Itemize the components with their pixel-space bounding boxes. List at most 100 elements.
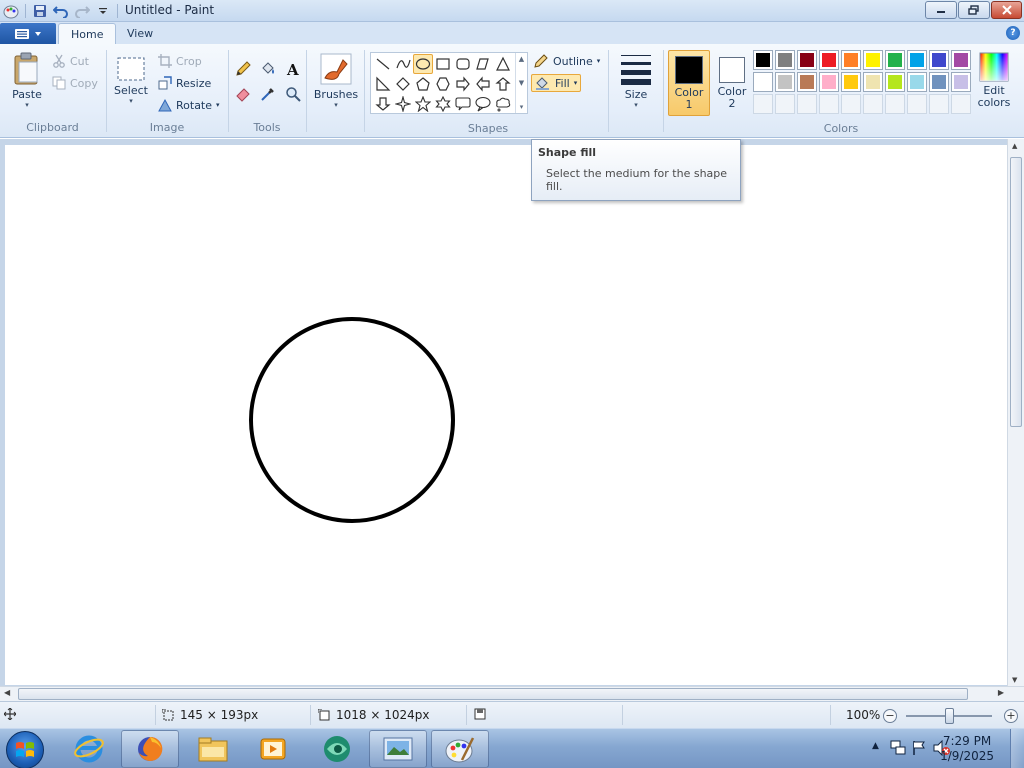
vertical-scrollbar[interactable]: ▲ ▼ — [1007, 139, 1024, 687]
size-button[interactable]: Size ▾ — [616, 52, 656, 109]
eraser-icon[interactable] — [232, 83, 254, 105]
palette-color-swatch[interactable] — [753, 50, 773, 70]
network-icon[interactable] — [890, 740, 906, 759]
scroll-left-icon[interactable]: ◀ — [4, 688, 10, 697]
image-viewer-icon[interactable] — [369, 730, 427, 768]
scroll-up-icon[interactable]: ▲ — [1012, 142, 1017, 150]
diamond-shape-icon[interactable] — [393, 74, 413, 94]
fill-bucket-icon[interactable] — [257, 58, 279, 80]
palette-color-swatch[interactable] — [863, 72, 883, 92]
pencil-icon[interactable] — [232, 58, 254, 80]
down-arrow-shape-icon[interactable] — [373, 94, 393, 114]
five-point-star-shape-icon[interactable] — [413, 94, 433, 114]
text-icon[interactable]: A — [282, 58, 304, 80]
palette-color-swatch[interactable] — [775, 72, 795, 92]
undo-icon[interactable] — [52, 2, 70, 20]
crop-button[interactable]: Crop — [158, 52, 202, 70]
select-button[interactable]: Select ▾ — [114, 56, 148, 105]
palette-empty-swatch[interactable] — [929, 94, 949, 114]
palette-empty-swatch[interactable] — [885, 94, 905, 114]
internet-explorer-icon[interactable] — [60, 730, 118, 768]
outline-button[interactable]: Outline ▾ — [533, 52, 600, 70]
palette-empty-swatch[interactable] — [819, 94, 839, 114]
six-point-star-shape-icon[interactable] — [433, 94, 453, 114]
drawing-canvas[interactable] — [5, 145, 1008, 685]
palette-color-swatch[interactable] — [753, 72, 773, 92]
rotate-button[interactable]: Rotate ▾ — [158, 96, 220, 114]
palette-color-swatch[interactable] — [885, 72, 905, 92]
show-hidden-icons[interactable]: ▲ — [872, 741, 879, 751]
left-arrow-shape-icon[interactable] — [473, 74, 493, 94]
palette-color-swatch[interactable] — [841, 50, 861, 70]
edit-colors-button[interactable]: Edit colors — [975, 52, 1013, 109]
palette-empty-swatch[interactable] — [753, 94, 773, 114]
fill-button[interactable]: Fill ▾ — [531, 74, 582, 92]
oval-shape-icon[interactable] — [413, 54, 433, 74]
close-button[interactable] — [991, 1, 1022, 19]
firefox-icon[interactable] — [121, 730, 179, 768]
horizontal-scroll-thumb[interactable] — [18, 688, 968, 700]
expand-gallery-icon[interactable]: ▾ — [520, 103, 524, 111]
palette-color-swatch[interactable] — [797, 72, 817, 92]
show-desktop-button[interactable] — [1010, 729, 1024, 768]
paint-app-icon[interactable] — [2, 2, 20, 20]
scroll-up-icon[interactable]: ▲ — [519, 55, 524, 63]
palette-color-swatch[interactable] — [951, 50, 971, 70]
polygon-shape-icon[interactable] — [473, 54, 493, 74]
action-center-flag-icon[interactable] — [911, 740, 927, 759]
four-point-star-shape-icon[interactable] — [393, 94, 413, 114]
palette-color-swatch[interactable] — [863, 50, 883, 70]
palette-empty-swatch[interactable] — [951, 94, 971, 114]
copy-button[interactable]: Copy — [52, 74, 98, 92]
restore-button[interactable] — [958, 1, 990, 19]
palette-color-swatch[interactable] — [951, 72, 971, 92]
minimize-button[interactable] — [925, 1, 957, 19]
palette-empty-swatch[interactable] — [907, 94, 927, 114]
cut-button[interactable]: Cut — [52, 52, 89, 70]
right-arrow-shape-icon[interactable] — [453, 74, 473, 94]
paint-menu-button[interactable] — [0, 23, 56, 44]
scroll-down-icon[interactable]: ▼ — [1012, 676, 1017, 684]
paste-button[interactable]: Paste ▾ — [8, 52, 46, 109]
save-icon[interactable] — [31, 2, 49, 20]
rounded-rectangle-shape-icon[interactable] — [453, 54, 473, 74]
redo-icon[interactable] — [73, 2, 91, 20]
palette-color-swatch[interactable] — [929, 72, 949, 92]
scroll-right-icon[interactable]: ▶ — [998, 688, 1004, 697]
horizontal-scrollbar[interactable]: ◀ ▶ — [0, 686, 1024, 701]
palette-color-swatch[interactable] — [841, 72, 861, 92]
palette-empty-swatch[interactable] — [775, 94, 795, 114]
color1-button[interactable]: Color 1 — [668, 50, 710, 116]
palette-color-swatch[interactable] — [819, 72, 839, 92]
magnifier-icon[interactable] — [282, 83, 304, 105]
customize-qat-icon[interactable] — [94, 2, 112, 20]
palette-color-swatch[interactable] — [885, 50, 905, 70]
rectangle-shape-icon[interactable] — [433, 54, 453, 74]
up-arrow-shape-icon[interactable] — [493, 74, 513, 94]
tab-view[interactable]: View — [115, 23, 165, 44]
hexagon-shape-icon[interactable] — [433, 74, 453, 94]
cloud-callout-shape-icon[interactable] — [493, 94, 513, 114]
resize-button[interactable]: Resize — [158, 74, 211, 92]
help-icon[interactable]: ? — [1006, 26, 1020, 40]
right-triangle-shape-icon[interactable] — [373, 74, 393, 94]
palette-color-swatch[interactable] — [797, 50, 817, 70]
start-button[interactable] — [6, 731, 44, 768]
file-explorer-icon[interactable] — [184, 730, 242, 768]
app-icon[interactable] — [308, 730, 366, 768]
curve-shape-icon[interactable] — [393, 54, 413, 74]
zoom-out-button[interactable]: − — [883, 709, 897, 723]
line-shape-icon[interactable] — [373, 54, 393, 74]
clock[interactable]: 7:29 PM 1/9/2025 — [940, 734, 994, 764]
paint-icon[interactable] — [431, 730, 489, 768]
palette-empty-swatch[interactable] — [797, 94, 817, 114]
palette-color-swatch[interactable] — [775, 50, 795, 70]
shapes-scrollbar[interactable]: ▲ ▼ ▾ — [515, 53, 527, 113]
triangle-shape-icon[interactable] — [493, 54, 513, 74]
rounded-callout-shape-icon[interactable] — [453, 94, 473, 114]
zoom-in-button[interactable]: + — [1004, 709, 1018, 723]
scroll-down-icon[interactable]: ▼ — [519, 79, 524, 87]
color2-button[interactable]: Color 2 — [711, 50, 753, 116]
brushes-button[interactable]: Brushes ▾ — [312, 52, 360, 109]
palette-empty-swatch[interactable] — [841, 94, 861, 114]
